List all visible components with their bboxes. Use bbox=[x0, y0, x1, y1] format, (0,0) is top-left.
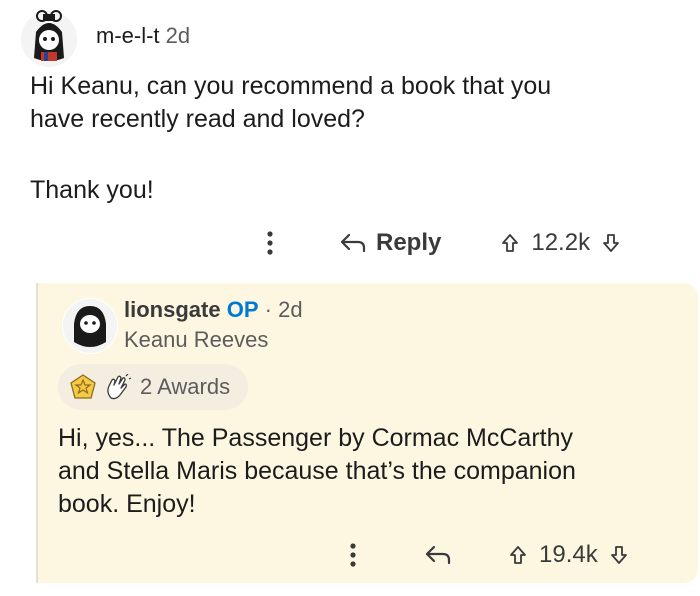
avatar-m-e-l-t[interactable] bbox=[20, 10, 78, 68]
meta-separator: · bbox=[264, 297, 272, 322]
reply-comment-meta: lionsgate OP · 2d bbox=[124, 297, 303, 323]
avatar-lionsgate[interactable] bbox=[62, 298, 118, 354]
downvote-icon[interactable] bbox=[602, 233, 620, 253]
username-link[interactable]: m-e-l-t bbox=[96, 23, 160, 48]
top-comment-meta: m-e-l-t 2d bbox=[96, 23, 190, 49]
vote-score: 19.4k bbox=[539, 541, 598, 568]
body-line: and Stella Maris because that’s the comp… bbox=[58, 457, 576, 485]
reply-button[interactable]: Reply bbox=[340, 229, 441, 257]
op-badge: OP bbox=[226, 297, 259, 322]
reply-arrow-icon bbox=[340, 233, 366, 253]
more-options-icon[interactable] bbox=[262, 231, 278, 255]
reply-label: Reply bbox=[376, 229, 442, 256]
username-link[interactable]: lionsgate bbox=[124, 297, 221, 322]
downvote-icon[interactable] bbox=[610, 545, 628, 565]
bearded-man-avatar-icon bbox=[63, 299, 117, 353]
body-line: Hi, yes... The Passenger by Cormac McCar… bbox=[58, 424, 573, 452]
body-line: Thank you! bbox=[30, 176, 154, 204]
more-options-icon[interactable] bbox=[345, 543, 361, 567]
comment-age: 2d bbox=[278, 297, 303, 322]
upvote-icon[interactable] bbox=[501, 233, 519, 253]
reply-comment-actions: 19.4k bbox=[345, 538, 628, 572]
awards-count-label: 2 Awards bbox=[140, 374, 231, 399]
top-comment-actions: Reply 12.2k bbox=[262, 226, 620, 260]
body-line: book. Enjoy! bbox=[58, 490, 196, 518]
star-award-icon bbox=[70, 374, 96, 400]
clapping-hands-award-icon bbox=[104, 374, 132, 400]
top-comment-body: Hi Keanu, can you recommend a book that … bbox=[30, 70, 670, 207]
anime-girl-avatar-icon bbox=[21, 10, 77, 67]
body-line: have recently read and loved? bbox=[30, 105, 365, 133]
body-line: Hi Keanu, can you recommend a book that … bbox=[30, 72, 552, 100]
reply-comment-body: Hi, yes... The Passenger by Cormac McCar… bbox=[58, 422, 678, 521]
comment-age: 2d bbox=[165, 23, 191, 48]
upvote-icon[interactable] bbox=[509, 545, 527, 565]
vote-score: 12.2k bbox=[531, 229, 591, 256]
user-flair: Keanu Reeves bbox=[124, 327, 269, 352]
reply-arrow-icon[interactable] bbox=[425, 545, 451, 565]
awards-pill[interactable]: 2 Awards bbox=[58, 364, 249, 410]
